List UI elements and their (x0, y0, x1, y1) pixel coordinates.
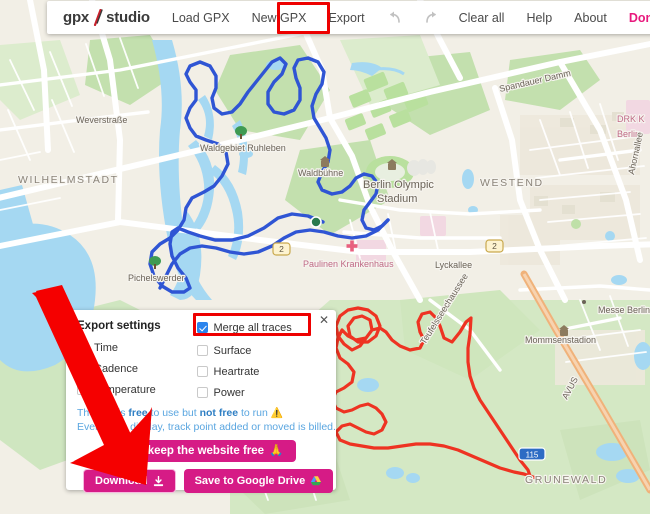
app-logo[interactable]: gpx studio (63, 9, 150, 26)
map-label: WESTEND (480, 177, 544, 189)
option-heartrate[interactable]: Heartrate (196, 363, 322, 380)
gpx-studio-app: 2 2 115 Weverstraße WILHELMSTADT Waldgeb… (0, 0, 650, 514)
notice-text-c: to use but (147, 407, 200, 419)
download-button-label: Download (95, 475, 148, 487)
export-action-buttons: Download Save to Google Drive (77, 469, 334, 493)
map-label: Lyckallee (435, 260, 472, 270)
option-power[interactable]: Power (196, 384, 322, 401)
logo-text-studio: studio (106, 9, 150, 26)
checkbox-surface[interactable] (196, 345, 208, 356)
warning-triangle-icon: ⚠️ (270, 408, 284, 419)
map-label: Mommsenstadion (525, 335, 596, 345)
download-icon (153, 475, 164, 487)
panel-title: Export settings (77, 320, 161, 332)
top-navbar: gpx studio Load GPX New GPX Export Clear… (47, 1, 650, 34)
label-heartrate: Heartrate (213, 365, 260, 378)
nav-export[interactable]: Export (328, 11, 364, 25)
map-label: Weverstraße (76, 115, 127, 125)
map-label: Messe Berlin (598, 305, 650, 315)
svg-text:2: 2 (279, 244, 284, 254)
map-label: Waldbühne (298, 168, 343, 178)
close-icon[interactable]: ✕ (319, 314, 329, 326)
export-settings-panel: ✕ Export settings Time Cadence Temperatu… (66, 310, 336, 493)
help-keep-website-free-button[interactable]: Help keep the website free 🙏 (106, 440, 297, 462)
label-merge-all-traces: Merge all traces (213, 321, 292, 334)
option-cadence[interactable]: Cadence (77, 360, 197, 377)
notice-text-a: The tool is (77, 407, 129, 419)
option-surface[interactable]: Surface (196, 342, 322, 359)
checkbox-time[interactable] (77, 342, 88, 353)
nav-new-gpx[interactable]: New GPX (252, 11, 307, 25)
map-label: Waldgebiet Ruhleben (200, 143, 286, 153)
map-label: Pichelswerder (128, 273, 185, 283)
download-button[interactable]: Download (83, 469, 176, 493)
map-label: Stadium (377, 193, 417, 205)
notice-not-free: not free (199, 407, 239, 419)
help-button-row: Help keep the website free 🙏 (77, 440, 326, 462)
pricing-notice: The tool is free to use but not free to … (77, 407, 336, 434)
map-label: WILHELMSTADT (18, 174, 119, 186)
slash-logo-icon (91, 9, 104, 26)
export-options-grid: Export settings Time Cadence Temperature (77, 319, 326, 405)
logo-text-gpx: gpx (63, 9, 90, 26)
pray-hands-icon: 🙏 (269, 445, 284, 457)
checkbox-merge-all-traces[interactable] (196, 322, 208, 333)
label-temperature: Temperature (94, 383, 156, 396)
label-cadence: Cadence (94, 362, 139, 375)
redo-arrow-icon[interactable] (423, 10, 439, 26)
nav-load-gpx[interactable]: Load GPX (172, 11, 230, 25)
save-to-google-drive-button[interactable]: Save to Google Drive (183, 469, 334, 493)
map-label: Berlin Olympic (363, 179, 434, 191)
notice-free: free (128, 407, 148, 419)
checkbox-heartrate[interactable] (196, 366, 208, 377)
svg-text:115: 115 (526, 451, 539, 460)
nav-donate-label: Donate (628, 10, 650, 25)
checkbox-power[interactable] (196, 387, 208, 398)
export-options-right-column: Merge all traces Surface Heartrate Power (196, 319, 322, 405)
nav-about[interactable]: About (574, 11, 607, 25)
svg-text:2: 2 (492, 241, 497, 251)
label-surface: Surface (213, 344, 252, 357)
map-label: DRK K (617, 114, 645, 124)
nav-clear-all[interactable]: Clear all (459, 11, 505, 25)
option-temperature[interactable]: Temperature (77, 381, 197, 398)
nav-help[interactable]: Help (526, 11, 552, 25)
undo-arrow-icon[interactable] (387, 10, 403, 26)
map-label: Paulinen Krankenhaus (303, 259, 394, 269)
notice-line-2: Every map display, track point added or … (77, 421, 336, 433)
google-drive-icon (310, 475, 322, 487)
checkbox-cadence[interactable] (77, 363, 88, 374)
gdrive-button-label: Save to Google Drive (194, 475, 306, 487)
map-label: GRUNEWALD (525, 474, 607, 486)
label-time: Time (94, 341, 119, 354)
option-time[interactable]: Time (77, 339, 197, 356)
nav-donate[interactable]: Donate ♥ (629, 11, 650, 25)
checkbox-temperature[interactable] (77, 384, 88, 395)
label-power: Power (213, 386, 245, 399)
option-merge-all-traces[interactable]: Merge all traces (196, 319, 322, 336)
export-options-left-column: Export settings Time Cadence Temperature (77, 319, 197, 405)
notice-line-1: The tool is free to use but not free to … (77, 407, 326, 420)
help-button-label: Help keep the website free (119, 445, 265, 457)
notice-text-e: to run (238, 407, 271, 419)
